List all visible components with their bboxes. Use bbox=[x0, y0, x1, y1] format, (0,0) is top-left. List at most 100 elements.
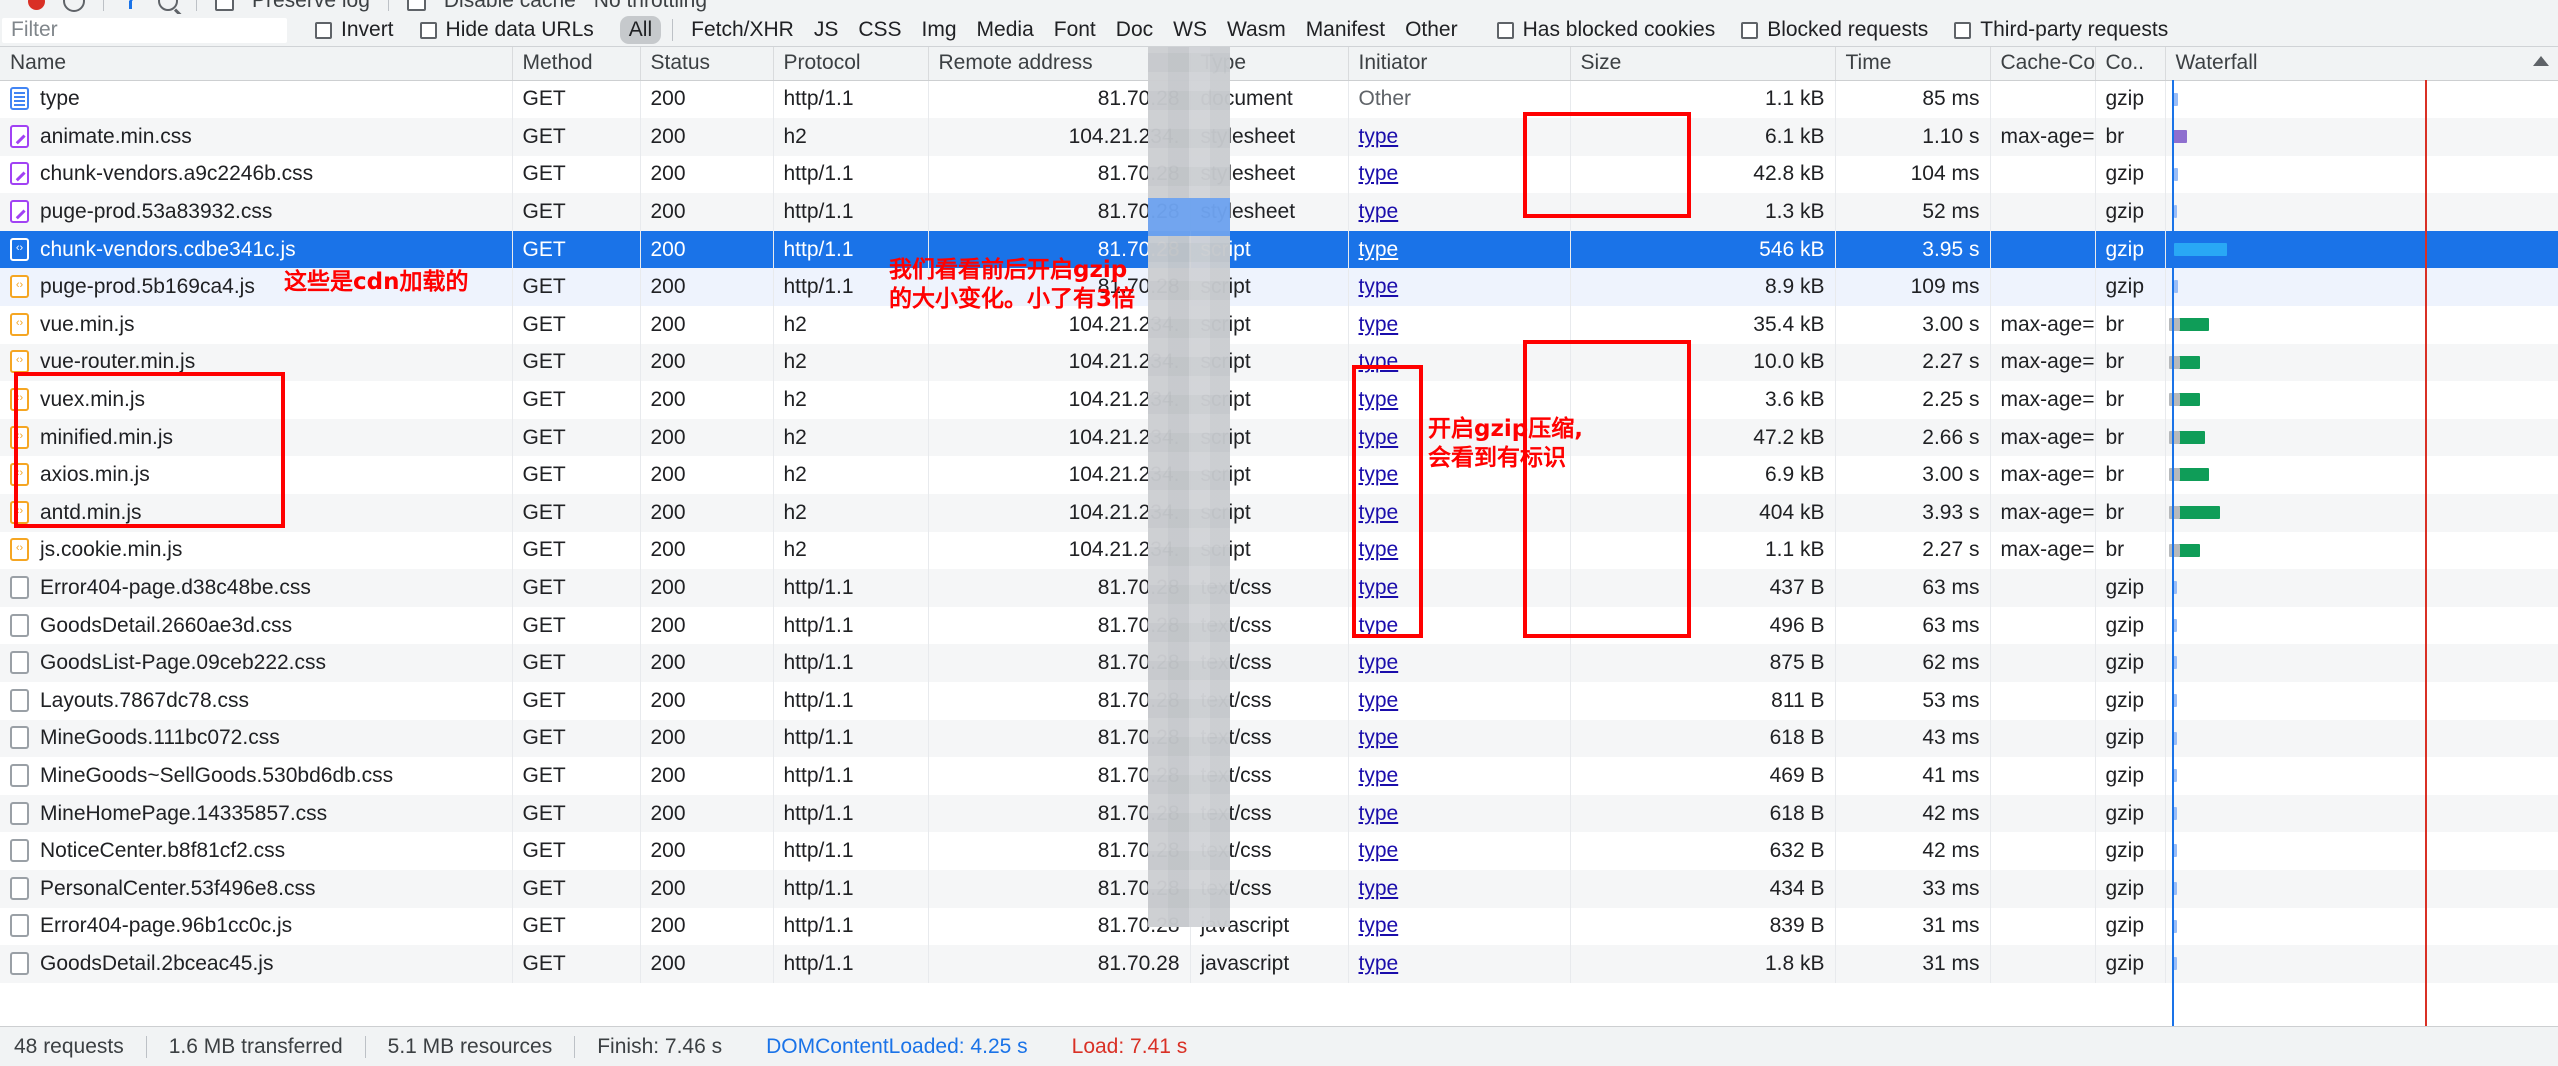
table-row[interactable]: GoodsList-Page.09ceb222.css GET 200 http/1.… bbox=[0, 644, 2558, 682]
cell-initiator[interactable]: type bbox=[1348, 945, 1571, 983]
initiator-link[interactable]: type bbox=[1359, 275, 1399, 298]
cell-name[interactable]: vue-router.min.js bbox=[0, 343, 513, 382]
initiator-link[interactable]: type bbox=[1359, 839, 1399, 862]
hide-data-urls-checkbox-group[interactable]: Hide data URLs bbox=[419, 18, 594, 42]
table-row[interactable]: vuex.min.js GET200h2104.21.234.script type… bbox=[0, 381, 2558, 419]
table-row[interactable]: animate.min.css GET 200 h2 104.21.234. styles… bbox=[0, 118, 2558, 156]
cell-name[interactable]: Layouts.7867dc78.css bbox=[0, 682, 513, 720]
initiator-link[interactable]: type bbox=[1359, 350, 1399, 373]
throttling-select[interactable]: No throttling bbox=[594, 0, 707, 13]
table-row[interactable]: axios.min.js GET200h2104.21.234.script typ… bbox=[0, 456, 2558, 495]
table-row[interactable]: Error404-page.d38c48be.css GET 200 http/1.1… bbox=[0, 569, 2558, 607]
cell-name[interactable]: NoticeCenter.b8f81cf2.css bbox=[0, 832, 513, 870]
cell-name[interactable]: type bbox=[0, 80, 513, 119]
table-row[interactable]: MineHomePage.14335857.css GET 200 http/1.1 8… bbox=[0, 794, 2558, 833]
disable-cache-checkbox[interactable] bbox=[406, 0, 426, 11]
record-button[interactable] bbox=[28, 0, 45, 10]
initiator-link[interactable]: type bbox=[1359, 125, 1399, 148]
column-header-content-encoding[interactable]: Co.. bbox=[2095, 47, 2166, 81]
cell-name[interactable]: MineGoods.111bc072.css bbox=[0, 719, 513, 758]
cell-name[interactable]: PersonalCenter.53f496e8.css bbox=[0, 869, 513, 908]
cell-initiator[interactable]: type bbox=[1348, 343, 1571, 382]
cell-name[interactable]: Error404-page.96b1cc0c.js bbox=[0, 907, 513, 946]
column-header-method[interactable]: Method bbox=[512, 47, 641, 81]
clear-button[interactable] bbox=[63, 0, 85, 12]
cell-name[interactable]: MineGoods~SellGoods.530bd6db.css bbox=[0, 757, 513, 795]
type-filter-font[interactable]: Font bbox=[1045, 16, 1105, 44]
initiator-link[interactable]: type bbox=[1359, 952, 1399, 975]
type-filter-fetch-xhr[interactable]: Fetch/XHR bbox=[682, 16, 803, 44]
cell-name[interactable]: GoodsList-Page.09ceb222.css bbox=[0, 644, 513, 682]
cell-initiator[interactable]: type bbox=[1348, 569, 1571, 607]
hide-data-urls-checkbox[interactable] bbox=[419, 21, 437, 39]
cell-initiator[interactable]: type bbox=[1348, 907, 1571, 946]
table-row[interactable]: PersonalCenter.53f496e8.css GET 200 http/1.… bbox=[0, 869, 2558, 908]
cell-initiator[interactable]: Other bbox=[1348, 80, 1571, 119]
cell-initiator[interactable]: type bbox=[1348, 794, 1571, 833]
cell-name[interactable]: chunk-vendors.cdbe341c.js bbox=[0, 230, 513, 269]
search-icon[interactable] bbox=[158, 0, 178, 11]
cell-name[interactable]: vue.min.js bbox=[0, 306, 513, 344]
initiator-link[interactable]: type bbox=[1359, 200, 1399, 223]
table-row[interactable]: GoodsDetail.2bceac45.js GET 200 http/1.1 81.… bbox=[0, 945, 2558, 983]
type-filter-all[interactable]: All bbox=[619, 16, 662, 44]
initiator-link[interactable]: type bbox=[1359, 726, 1399, 749]
cell-name[interactable]: GoodsDetail.2660ae3d.css bbox=[0, 606, 513, 645]
initiator-link[interactable]: type bbox=[1359, 877, 1399, 900]
cell-initiator[interactable]: type bbox=[1348, 606, 1571, 645]
cell-initiator[interactable]: type bbox=[1348, 118, 1571, 156]
initiator-link[interactable]: type bbox=[1359, 313, 1399, 336]
cell-name[interactable]: minified.min.js bbox=[0, 418, 513, 457]
initiator-link[interactable]: type bbox=[1359, 614, 1399, 637]
initiator-link[interactable]: type bbox=[1359, 463, 1399, 486]
cell-initiator[interactable]: type bbox=[1348, 832, 1571, 870]
invert-checkbox[interactable] bbox=[315, 21, 332, 39]
third-party-requests-checkbox[interactable] bbox=[1954, 21, 1972, 39]
column-header-status[interactable]: Status bbox=[640, 47, 774, 81]
initiator-link[interactable]: type bbox=[1359, 576, 1399, 599]
table-row[interactable]: vue.min.jsGET200h2104.21.234.scripttype3… bbox=[0, 306, 2558, 344]
table-row[interactable]: Error404-page.96b1cc0c.js GET 200 http/1.1 8… bbox=[0, 907, 2558, 946]
column-header-time[interactable]: Time bbox=[1835, 47, 1991, 81]
cell-initiator[interactable]: type bbox=[1348, 719, 1571, 758]
initiator-link[interactable]: type bbox=[1359, 162, 1399, 185]
initiator-link[interactable]: type bbox=[1359, 689, 1399, 712]
type-filter-doc[interactable]: Doc bbox=[1107, 16, 1162, 44]
initiator-link[interactable]: type bbox=[1359, 651, 1399, 674]
cell-initiator[interactable]: type bbox=[1348, 531, 1571, 570]
cell-initiator[interactable]: type bbox=[1348, 682, 1571, 720]
cell-initiator[interactable]: type bbox=[1348, 268, 1571, 307]
initiator-link[interactable]: type bbox=[1359, 501, 1399, 524]
initiator-link[interactable]: type bbox=[1359, 238, 1399, 261]
cell-initiator[interactable]: type bbox=[1348, 757, 1571, 795]
type-filter-css[interactable]: CSS bbox=[849, 16, 910, 44]
table-row[interactable]: GoodsDetail.2660ae3d.css GET 200 http/1.1 81… bbox=[0, 606, 2558, 645]
cell-name[interactable]: vuex.min.js bbox=[0, 381, 513, 419]
cell-name[interactable]: GoodsDetail.2bceac45.js bbox=[0, 945, 513, 983]
blocked-requests-group[interactable]: Blocked requests bbox=[1741, 18, 1928, 42]
type-filter-manifest[interactable]: Manifest bbox=[1297, 16, 1394, 44]
filter-input[interactable]: Filter bbox=[2, 17, 287, 43]
column-header-cache-control[interactable]: Cache-Con... bbox=[1990, 47, 2096, 81]
cell-initiator[interactable]: type bbox=[1348, 306, 1571, 344]
initiator-link[interactable]: type bbox=[1359, 426, 1399, 449]
invert-checkbox-group[interactable]: Invert bbox=[315, 18, 394, 42]
initiator-link[interactable]: type bbox=[1359, 538, 1399, 561]
filter-icon[interactable] bbox=[122, 0, 140, 9]
cell-name[interactable]: MineHomePage.14335857.css bbox=[0, 794, 513, 833]
cell-name[interactable]: axios.min.js bbox=[0, 456, 513, 495]
type-filter-wasm[interactable]: Wasm bbox=[1218, 16, 1295, 44]
type-filter-img[interactable]: Img bbox=[913, 16, 966, 44]
initiator-link[interactable]: type bbox=[1359, 388, 1399, 411]
table-row[interactable]: MineGoods~SellGoods.530bd6db.css GET 200 ht… bbox=[0, 757, 2558, 795]
cell-name[interactable]: js.cookie.min.js bbox=[0, 531, 513, 570]
column-header-waterfall[interactable]: Waterfall bbox=[2165, 47, 2558, 81]
type-filter-other[interactable]: Other bbox=[1396, 16, 1467, 44]
cell-name[interactable]: puge-prod.53a83932.css bbox=[0, 193, 513, 231]
cell-initiator[interactable]: type bbox=[1348, 381, 1571, 419]
table-row[interactable]: NoticeCenter.b8f81cf2.css GET 200 http/1.1 8… bbox=[0, 832, 2558, 870]
network-request-table[interactable]: Name Method Status Protocol Remote addre… bbox=[0, 47, 2558, 1026]
table-row[interactable]: chunk-vendors.cdbe341c.jsGET200http/1.18… bbox=[0, 230, 2558, 269]
column-header-remote-address[interactable]: Remote address bbox=[928, 47, 1191, 81]
third-party-requests-group[interactable]: Third-party requests bbox=[1954, 18, 2168, 42]
